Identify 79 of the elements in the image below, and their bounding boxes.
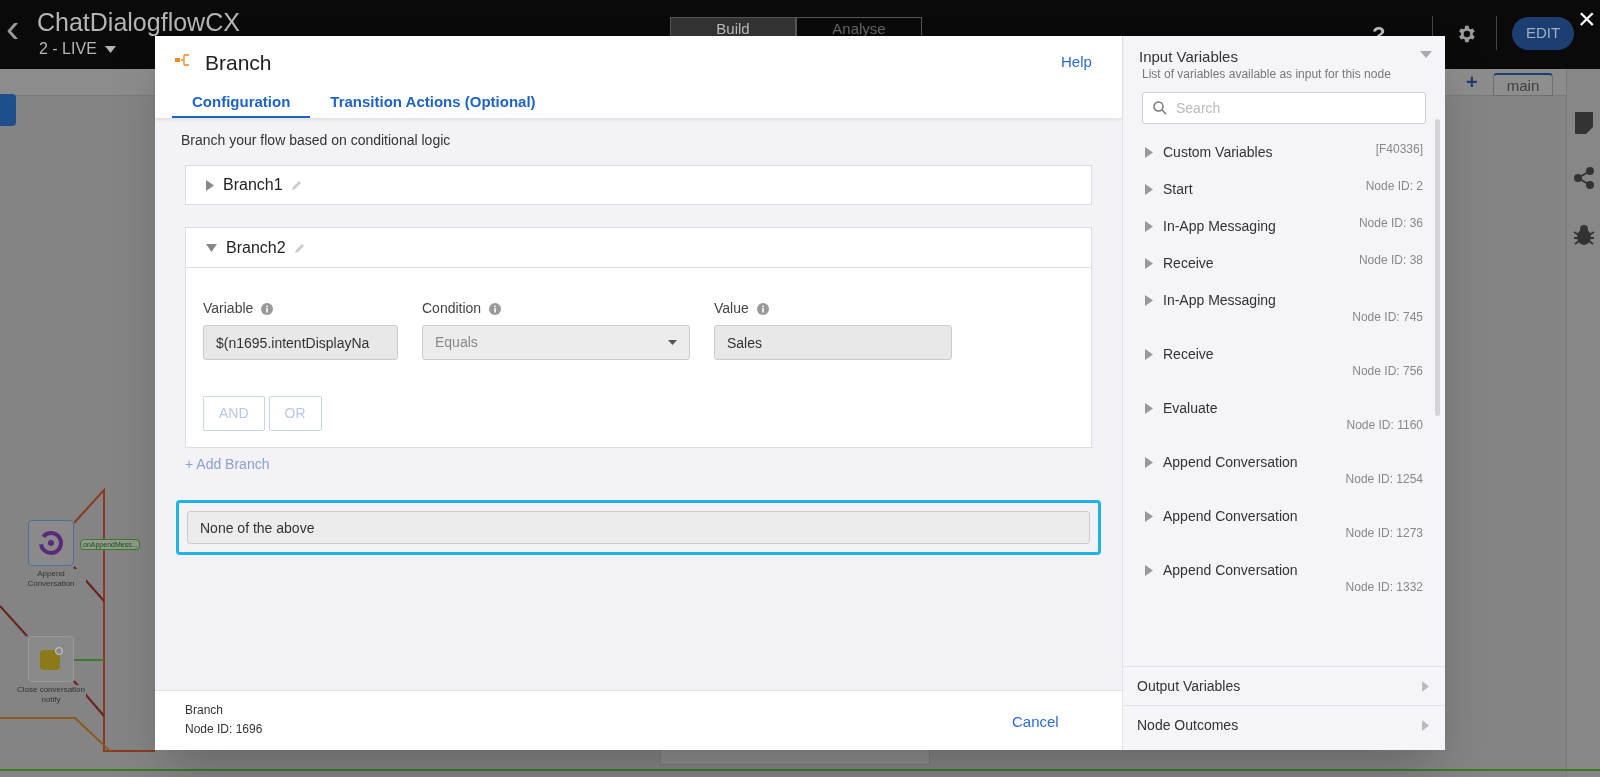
default-branch-field[interactable]: None of the above <box>176 500 1101 555</box>
node-id: Node ID: 36 <box>1358 215 1423 232</box>
section-header[interactable]: Node Outcomes <box>1123 705 1445 744</box>
variable-group[interactable]: Append Conversation <box>1145 452 1298 473</box>
panel-toggle[interactable] <box>0 94 16 126</box>
node-id: Node ID: 2 <box>1365 178 1423 195</box>
caret-icon <box>1145 565 1153 576</box>
description: Branch your flow based on conditional logic <box>181 131 452 150</box>
close-button[interactable]: × <box>1578 4 1596 34</box>
panel-subtitle: List of variables available as input for this node <box>1142 66 1391 83</box>
info-icon <box>756 302 769 315</box>
input-field[interactable]: $(n1695.intentDisplayNa <box>203 325 398 360</box>
collapse-icon[interactable] <box>1420 51 1432 58</box>
field-label: Variable <box>203 299 254 318</box>
search-field[interactable]: Search <box>1142 92 1426 124</box>
variable-group[interactable]: Custom Variables <box>1145 142 1273 163</box>
tab[interactable]: Transition Actions (Optional) <box>310 88 556 118</box>
pencil-icon[interactable] <box>293 241 306 254</box>
caret-icon <box>1145 511 1153 522</box>
field-label: Value <box>714 299 749 318</box>
variable-group[interactable]: Start <box>1145 179 1193 200</box>
node-id: Node ID: 756 <box>1352 363 1423 380</box>
branch-toggle[interactable]: Branch2 <box>206 235 286 260</box>
node-id: Node ID: 1332 <box>1345 579 1423 596</box>
branch-icon <box>175 53 191 67</box>
variable-group[interactable]: Receive <box>1145 344 1214 365</box>
help-link[interactable]: Help <box>1061 51 1092 74</box>
node-id: Node ID: 1696 <box>185 721 263 738</box>
share-icon[interactable] <box>1573 167 1595 189</box>
node-id: Node ID: 745 <box>1352 309 1423 326</box>
caret-icon <box>104 45 116 53</box>
section-header[interactable]: Output Variables <box>1123 666 1445 705</box>
node-id: Node ID: 1160 <box>1346 417 1423 434</box>
variable-group[interactable]: In-App Messaging <box>1145 290 1276 311</box>
variable-group[interactable]: Evaluate <box>1145 398 1218 419</box>
pencil-icon[interactable] <box>290 179 303 191</box>
caret-icon <box>206 243 217 252</box>
dialog-title: Branch <box>205 50 272 76</box>
node-id: Node ID: 1254 <box>1345 471 1423 488</box>
caret-icon <box>1422 680 1429 692</box>
caret-icon <box>1145 184 1153 195</box>
field-label: Condition <box>422 299 482 318</box>
caret-icon <box>1145 147 1153 158</box>
variable-group[interactable]: Receive <box>1145 253 1214 274</box>
node-id: Node ID: 1273 <box>1345 525 1423 542</box>
bug-icon[interactable] <box>1573 224 1595 246</box>
variable-group[interactable]: Append Conversation <box>1145 560 1298 581</box>
back-button[interactable]: ‹ <box>6 8 20 48</box>
caret-icon <box>1145 295 1153 306</box>
note-icon[interactable] <box>1575 112 1593 134</box>
input-field[interactable]: Sales <box>714 325 952 360</box>
branch-toggle[interactable]: Branch1 <box>206 173 283 197</box>
logo-icon <box>38 530 64 556</box>
version-dropdown[interactable]: 2 - LIVE <box>39 37 116 61</box>
caret-icon <box>668 340 677 345</box>
caret-icon <box>1145 221 1153 232</box>
flow-node[interactable] <box>28 520 74 566</box>
node-id: Node ID: 38 <box>1358 252 1423 269</box>
flow-node[interactable] <box>28 636 74 682</box>
caret-icon <box>1145 349 1153 360</box>
stop-icon <box>39 647 63 671</box>
variable-group[interactable]: In-App Messaging <box>1145 216 1276 237</box>
caret-icon <box>1145 258 1153 269</box>
caret-icon <box>1422 719 1429 731</box>
node-type: Branch <box>185 702 224 719</box>
info-icon <box>261 302 274 315</box>
info-icon <box>489 302 502 315</box>
edit-button[interactable]: EDIT <box>1512 17 1574 50</box>
caret-icon <box>1145 457 1153 468</box>
variable-group[interactable]: Append Conversation <box>1145 506 1298 527</box>
caret-icon <box>1145 403 1153 414</box>
search-icon <box>1153 101 1167 115</box>
node-id: [F40336] <box>1375 141 1423 158</box>
scrollbar[interactable] <box>1435 119 1440 416</box>
caret-icon <box>206 179 214 191</box>
panel-title: Input Variables <box>1139 47 1238 67</box>
flow-title: ChatDialogflowCX <box>37 7 240 38</box>
node-label: Close conversation notify <box>16 685 86 705</box>
cancel-button[interactable]: Cancel <box>1012 711 1059 734</box>
